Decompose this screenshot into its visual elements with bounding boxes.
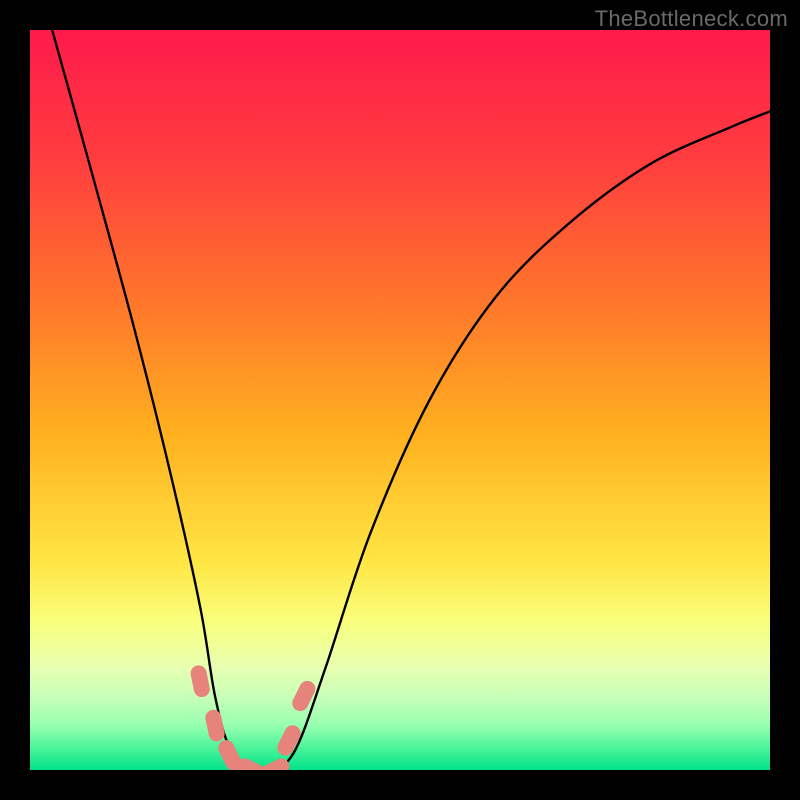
highlight-point	[256, 756, 292, 770]
highlight-point	[289, 678, 318, 714]
highlight-point	[189, 664, 211, 699]
highlight-points	[189, 664, 318, 770]
bottleneck-curve	[52, 30, 770, 770]
highlight-point	[204, 708, 226, 743]
chart-frame: TheBottleneck.com	[0, 0, 800, 800]
curve-layer	[30, 30, 770, 770]
plot-area	[30, 30, 770, 770]
watermark-text: TheBottleneck.com	[595, 6, 788, 32]
